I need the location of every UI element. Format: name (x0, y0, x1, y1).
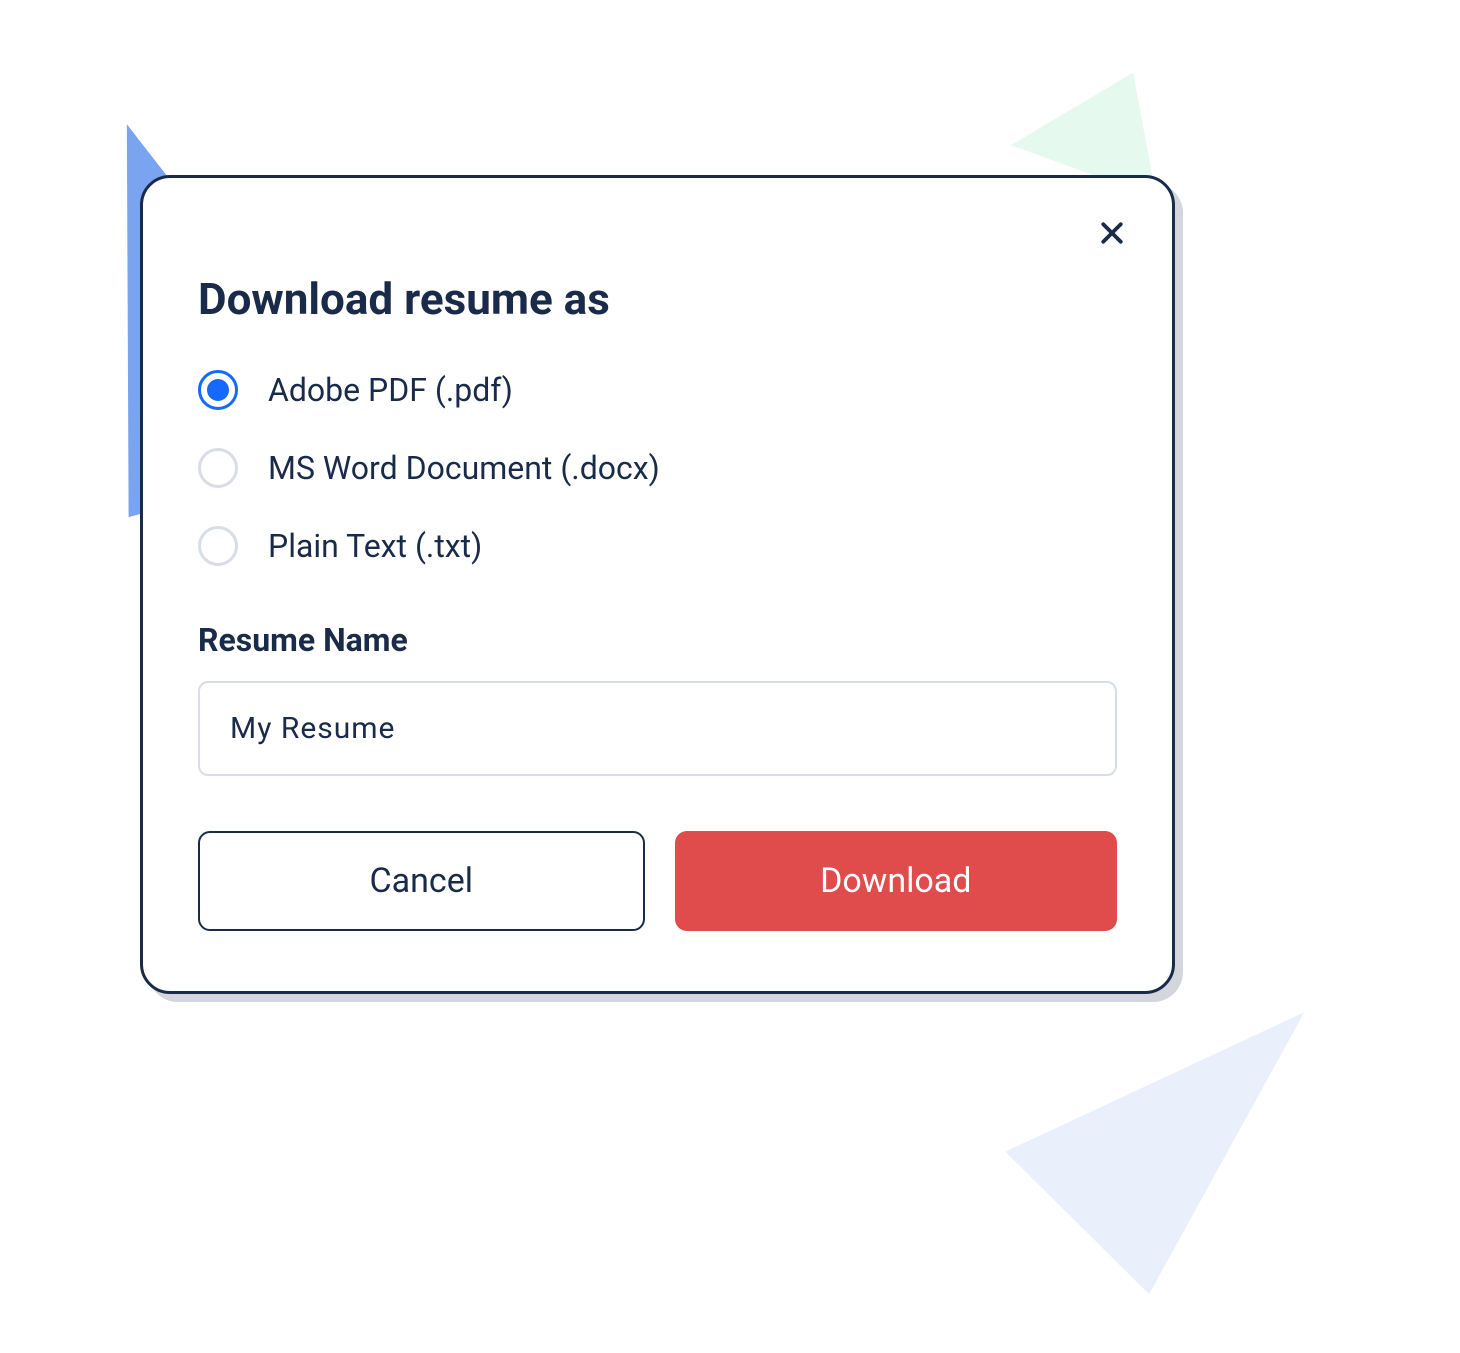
radio-option-pdf[interactable]: Adobe PDF (.pdf) (198, 370, 1117, 410)
radio-dot-icon (207, 379, 229, 401)
resume-name-label: Resume Name (198, 621, 1117, 659)
radio-option-docx[interactable]: MS Word Document (.docx) (198, 448, 1117, 488)
resume-name-input[interactable] (198, 681, 1117, 776)
radio-label: Plain Text (.txt) (268, 527, 482, 565)
radio-indicator (198, 526, 238, 566)
cancel-button[interactable]: Cancel (198, 831, 645, 931)
decorative-triangle-lightblue (1005, 1012, 1384, 1324)
radio-label: MS Word Document (.docx) (268, 449, 660, 487)
format-radio-group: Adobe PDF (.pdf) MS Word Document (.docx… (198, 370, 1117, 566)
dialog-actions: Cancel Download (198, 831, 1117, 931)
close-button[interactable] (1092, 213, 1132, 253)
radio-indicator (198, 448, 238, 488)
close-icon (1097, 218, 1127, 248)
radio-indicator (198, 370, 238, 410)
download-dialog: Download resume as Adobe PDF (.pdf) MS W… (140, 175, 1175, 994)
download-button[interactable]: Download (675, 831, 1118, 931)
radio-label: Adobe PDF (.pdf) (268, 371, 513, 409)
radio-option-txt[interactable]: Plain Text (.txt) (198, 526, 1117, 566)
dialog-title: Download resume as (198, 273, 1117, 325)
